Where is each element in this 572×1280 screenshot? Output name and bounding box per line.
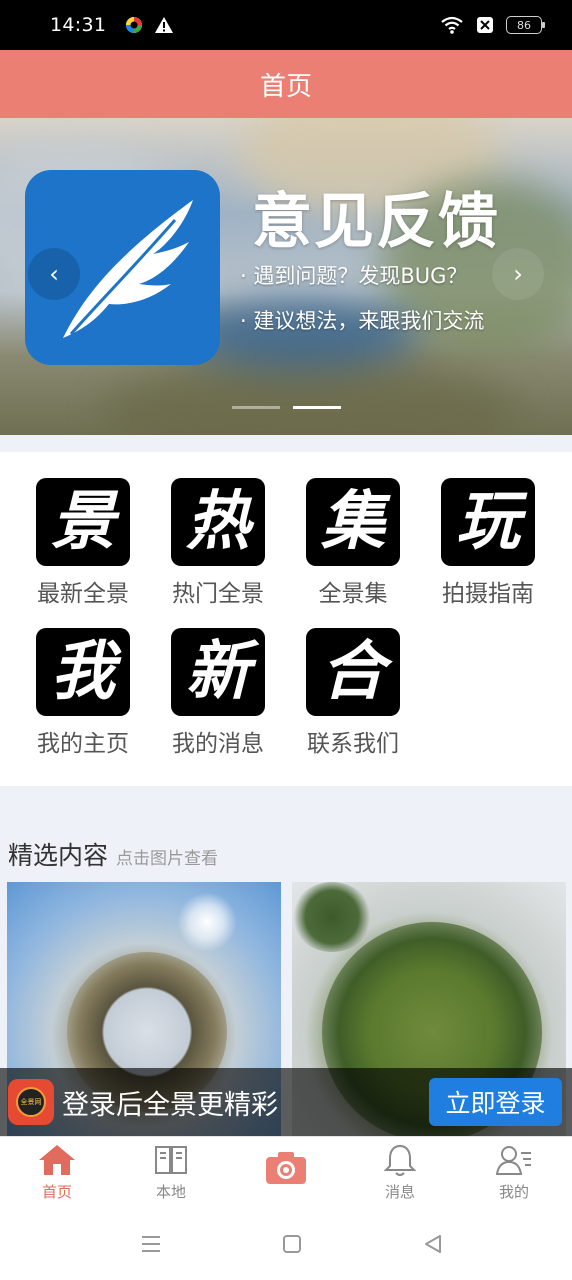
bottom-nav: 首页 本地 消息 我的: [0, 1136, 572, 1216]
banner-subtitle-1: · 遇到问题？发现BUG？: [240, 264, 468, 288]
my-homepage-icon: 我: [36, 628, 130, 716]
book-icon: [155, 1146, 187, 1174]
warning-icon: [155, 17, 174, 33]
status-right: 86: [440, 15, 545, 35]
home-square-icon[interactable]: [281, 1233, 303, 1255]
menu-item-label: 拍摄指南: [442, 581, 534, 607]
menu-item-label: 最新全景: [37, 581, 129, 607]
banner-pagination: [232, 406, 341, 409]
home-icon: [39, 1145, 75, 1175]
collection-icon: 集: [306, 478, 400, 566]
nav-item-local[interactable]: 本地: [114, 1143, 228, 1202]
wifi-icon: [441, 16, 463, 34]
menu-item-contact-us[interactable]: 合 联系我们: [286, 628, 420, 758]
menu-item-label: 全景集: [318, 581, 388, 607]
bell-icon: [383, 1144, 417, 1176]
pagination-dot[interactable]: [232, 406, 280, 409]
latest-panorama-icon: 景: [36, 478, 130, 566]
featured-title: 精选内容: [8, 841, 109, 870]
banner-subtitle-2: · 建议想法，来跟我们交流: [240, 309, 485, 333]
menu-item-hot-panorama[interactable]: 热 热门全景: [151, 478, 285, 608]
camera-icon: [266, 1152, 306, 1184]
menu-item-label: 热门全景: [172, 581, 264, 607]
hot-panorama-icon: 热: [171, 478, 265, 566]
menu-icon[interactable]: [140, 1233, 162, 1255]
notification-icons: [124, 15, 174, 35]
chevron-right-icon: ›: [513, 260, 523, 288]
status-time: 14:31: [50, 14, 107, 36]
nav-label: 首页: [41, 1183, 72, 1201]
banner-title: 意见反馈: [252, 187, 500, 257]
logo-text: 全景网: [16, 1087, 46, 1117]
app-logo-icon: 全景网: [8, 1079, 54, 1125]
system-nav-bar: [0, 1216, 572, 1280]
menu-grid: 景 最新全景 热 热门全景 集 全景集 玩 拍摄指南 我 我的主页 新 我的消息…: [0, 452, 572, 786]
menu-item-label: 联系我们: [307, 731, 399, 757]
nav-label: 我的: [498, 1183, 529, 1201]
app-notification-icon: [126, 17, 143, 33]
pagination-dot-active[interactable]: [293, 406, 341, 409]
featured-header: 精选内容 点击图片查看: [8, 836, 218, 872]
nav-item-home[interactable]: 首页: [0, 1143, 114, 1202]
sun-flare: [177, 892, 237, 952]
battery-icon: 86: [506, 16, 545, 34]
profile-icon: [495, 1146, 531, 1175]
login-banner: 全景网 登录后全景更精彩 立即登录: [0, 1068, 572, 1136]
status-bar: 14:31 86: [0, 0, 572, 50]
banner-bg-blob: [100, 358, 520, 435]
nav-item-profile[interactable]: 我的: [457, 1143, 571, 1202]
menu-item-shooting-guide[interactable]: 玩 拍摄指南: [421, 478, 555, 608]
menu-item-label: 我的主页: [37, 731, 129, 757]
menu-item-label: 我的消息: [172, 731, 264, 757]
app-screen: 14:31 86 首页 意见反馈 · 遇到问题？发现BUG？ · 建议想法，来跟…: [0, 0, 572, 1280]
menu-item-panorama-collection[interactable]: 集 全景集: [286, 478, 420, 608]
banner-prev-button[interactable]: ‹: [28, 248, 80, 300]
shooting-guide-icon: 玩: [441, 478, 535, 566]
feedback-banner[interactable]: 意见反馈 · 遇到问题？发现BUG？ · 建议想法，来跟我们交流 ‹ ›: [0, 118, 572, 435]
my-messages-icon: 新: [171, 628, 265, 716]
sim-blocked-icon: [477, 17, 493, 33]
contact-us-icon: 合: [306, 628, 400, 716]
menu-item-my-messages[interactable]: 新 我的消息: [151, 628, 285, 758]
battery-level: 86: [517, 18, 531, 32]
featured-hint: 点击图片查看: [116, 849, 219, 869]
nav-label: 本地: [155, 1183, 186, 1201]
nav-item-camera[interactable]: [229, 1151, 343, 1185]
menu-item-latest-panorama[interactable]: 景 最新全景: [16, 478, 150, 608]
header: 首页: [0, 50, 572, 118]
back-triangle-icon[interactable]: [422, 1233, 444, 1255]
nav-label: 消息: [384, 1183, 415, 1201]
menu-item-my-homepage[interactable]: 我 我的主页: [16, 628, 150, 758]
page-title: 首页: [259, 71, 312, 102]
banner-next-button[interactable]: ›: [492, 248, 544, 300]
chevron-left-icon: ‹: [49, 260, 59, 288]
tree-silhouette: [292, 882, 372, 952]
nav-item-messages[interactable]: 消息: [343, 1143, 457, 1202]
login-button[interactable]: 立即登录: [429, 1078, 562, 1126]
login-promo-text: 登录后全景更精彩: [62, 1089, 278, 1121]
